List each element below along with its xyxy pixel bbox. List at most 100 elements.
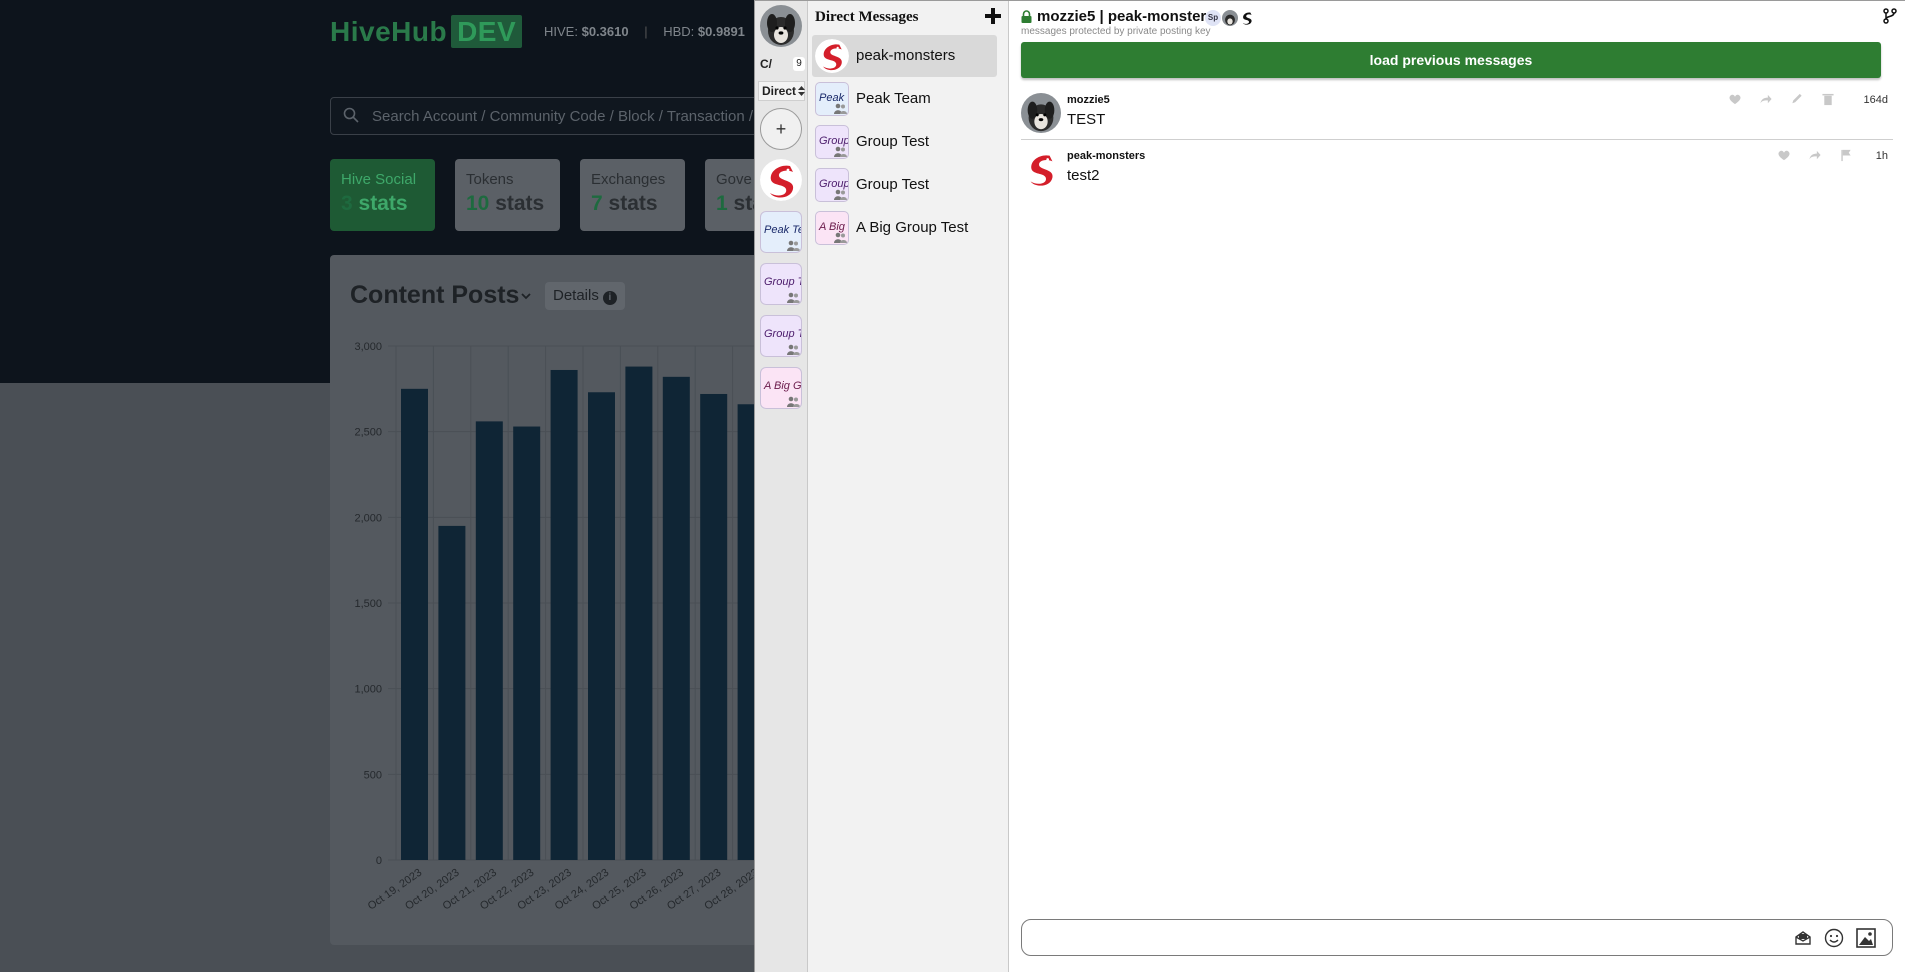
message-divider [1021, 139, 1893, 140]
conversation-name: A Big Group Test [856, 219, 969, 236]
message-avatar[interactable] [1021, 149, 1061, 189]
trash-icon[interactable] [1821, 93, 1835, 106]
rail-group-avatar[interactable]: Peak Te [760, 211, 802, 253]
conversation-name: peak-monsters [856, 47, 956, 64]
hive-price-label: HIVE: [544, 24, 578, 39]
message-composer [1021, 919, 1893, 956]
brand-logo[interactable]: HiveHub DEV [330, 15, 523, 48]
heart-icon[interactable] [1777, 149, 1791, 162]
flag-icon[interactable] [1839, 149, 1853, 162]
heart-icon[interactable] [1728, 93, 1742, 106]
hbd-price-value: $0.9891 [697, 24, 745, 39]
group-icon [834, 146, 847, 157]
bar[interactable] [700, 393, 728, 860]
stat-card[interactable]: Hive Social 3 stats [330, 159, 435, 231]
stat-card[interactable]: Tokens 10 stats [455, 159, 560, 231]
bar[interactable] [438, 525, 466, 860]
bar[interactable] [588, 392, 615, 860]
emoji-icon[interactable] [1824, 928, 1844, 948]
y-tick-label: 1,500 [354, 598, 382, 610]
search-icon [343, 107, 359, 123]
price-separator: | [644, 24, 648, 39]
dragon-avatar-icon [1239, 10, 1255, 26]
conversation-item[interactable]: Peak T Peak Team [812, 78, 997, 120]
message-author[interactable]: peak-monsters [1067, 150, 1145, 162]
conversation-item[interactable]: peak-monsters [812, 35, 997, 77]
bar[interactable] [513, 426, 541, 860]
chart-panel: Content Posts Details i 3,000 2,500 2,000 1,… [330, 255, 790, 945]
conversation-item[interactable]: Group Group Test [812, 164, 997, 206]
stat-card-title: Hive Social [341, 171, 417, 188]
bar[interactable] [550, 369, 578, 860]
new-conversation-button[interactable]: + [760, 108, 802, 150]
user-avatar[interactable] [760, 5, 802, 47]
bar[interactable] [401, 388, 428, 860]
envelope-open-icon[interactable] [1794, 929, 1812, 947]
y-tick-label: 500 [364, 769, 382, 781]
fork-icon[interactable] [1883, 8, 1897, 24]
dog-avatar-icon [1222, 10, 1238, 26]
stat-card-title: Tokens [466, 171, 514, 188]
conversation-list: Direct Messages peak-monsters Peak TPeak … [808, 1, 1009, 972]
participant-avatars[interactable]: Sp [1205, 10, 1256, 26]
conversation-name: Peak Team [856, 90, 931, 107]
stat-card[interactable]: Exchanges 7 stats [580, 159, 685, 231]
y-tick-label: 2,500 [354, 427, 382, 439]
group-icon [787, 292, 800, 303]
message-time: 1h [1875, 150, 1888, 162]
brand-suffix: DEV [451, 15, 523, 48]
dashboard-search[interactable]: Search Account / Community Code / Block … [330, 97, 770, 135]
message-actions [1711, 93, 1835, 107]
group-icon [787, 240, 800, 251]
message-avatar[interactable] [1021, 93, 1061, 133]
conversation-name: Group Test [856, 133, 930, 150]
rail-group-avatar[interactable]: Group T [760, 315, 802, 357]
rail-group-avatar[interactable]: Group T [760, 263, 802, 305]
stat-card-title: Exchanges [591, 171, 666, 188]
message-input[interactable] [1032, 926, 1792, 950]
community-prefix[interactable]: C/ [760, 57, 772, 71]
conversation-item[interactable]: Group Group Test [812, 121, 997, 163]
message-text: test2 [1067, 167, 1100, 184]
share-icon[interactable] [1808, 149, 1822, 162]
message-time: 164d [1863, 94, 1888, 106]
hbd-price-label: HBD: [663, 24, 695, 39]
group-icon [787, 396, 800, 407]
stat-card-unit: stats [495, 192, 545, 215]
edit-icon[interactable] [1790, 93, 1804, 106]
stat-card-number: 1 [716, 192, 728, 215]
stat-card-unit: stats [358, 192, 408, 215]
messenger-panel: C/ 9 Direct + Peak Te Group T Group T A Big… [754, 0, 1905, 972]
bar[interactable] [625, 366, 653, 860]
mode-select[interactable]: Direct [758, 81, 806, 101]
chat-title: mozzie5 | peak-monsters [1037, 8, 1215, 25]
group-icon [834, 103, 847, 114]
stat-card-value: 7 stats [591, 192, 674, 216]
content-posts-chart: 3,0002,5002,0001,5001,0005000Oct 19, 202… [354, 341, 756, 913]
rail-group-label: Peak Te [764, 224, 802, 236]
image-upload-icon[interactable] [1856, 928, 1876, 948]
stat-card-number: 10 [466, 192, 490, 215]
stat-card-value: 3 stats [341, 192, 424, 216]
bar[interactable] [662, 376, 690, 860]
dashboard-background: HiveHub DEV HIVE: $0.3610 | HBD: $0.9891 … [0, 0, 790, 972]
stat-card-unit: stats [608, 192, 658, 215]
chat-subtitle: messages protected by private posting ke… [1021, 26, 1211, 37]
conversation-list-title: Direct Messages [815, 9, 919, 25]
message-author[interactable]: mozzie5 [1067, 94, 1110, 106]
mode-select-value: Direct [762, 84, 797, 98]
rail-group-label: Group T [764, 328, 802, 340]
participant-badge: Sp [1205, 10, 1221, 26]
rail-conversation-peak-monsters[interactable] [760, 159, 802, 201]
conversation-item[interactable]: A Big G A Big Group Test [812, 207, 997, 249]
lock-icon [1021, 10, 1032, 23]
bar[interactable] [475, 421, 503, 860]
y-tick-label: 3,000 [354, 341, 382, 353]
message-text: TEST [1067, 111, 1106, 128]
y-tick-label: 2,000 [354, 512, 382, 524]
plus-icon[interactable] [983, 6, 1003, 26]
load-previous-messages-button[interactable]: load previous messages [1021, 42, 1881, 78]
price-ticker: HIVE: $0.3610 | HBD: $0.9891 [544, 24, 745, 39]
share-icon[interactable] [1759, 93, 1773, 106]
rail-group-avatar[interactable]: A Big G [760, 367, 802, 409]
